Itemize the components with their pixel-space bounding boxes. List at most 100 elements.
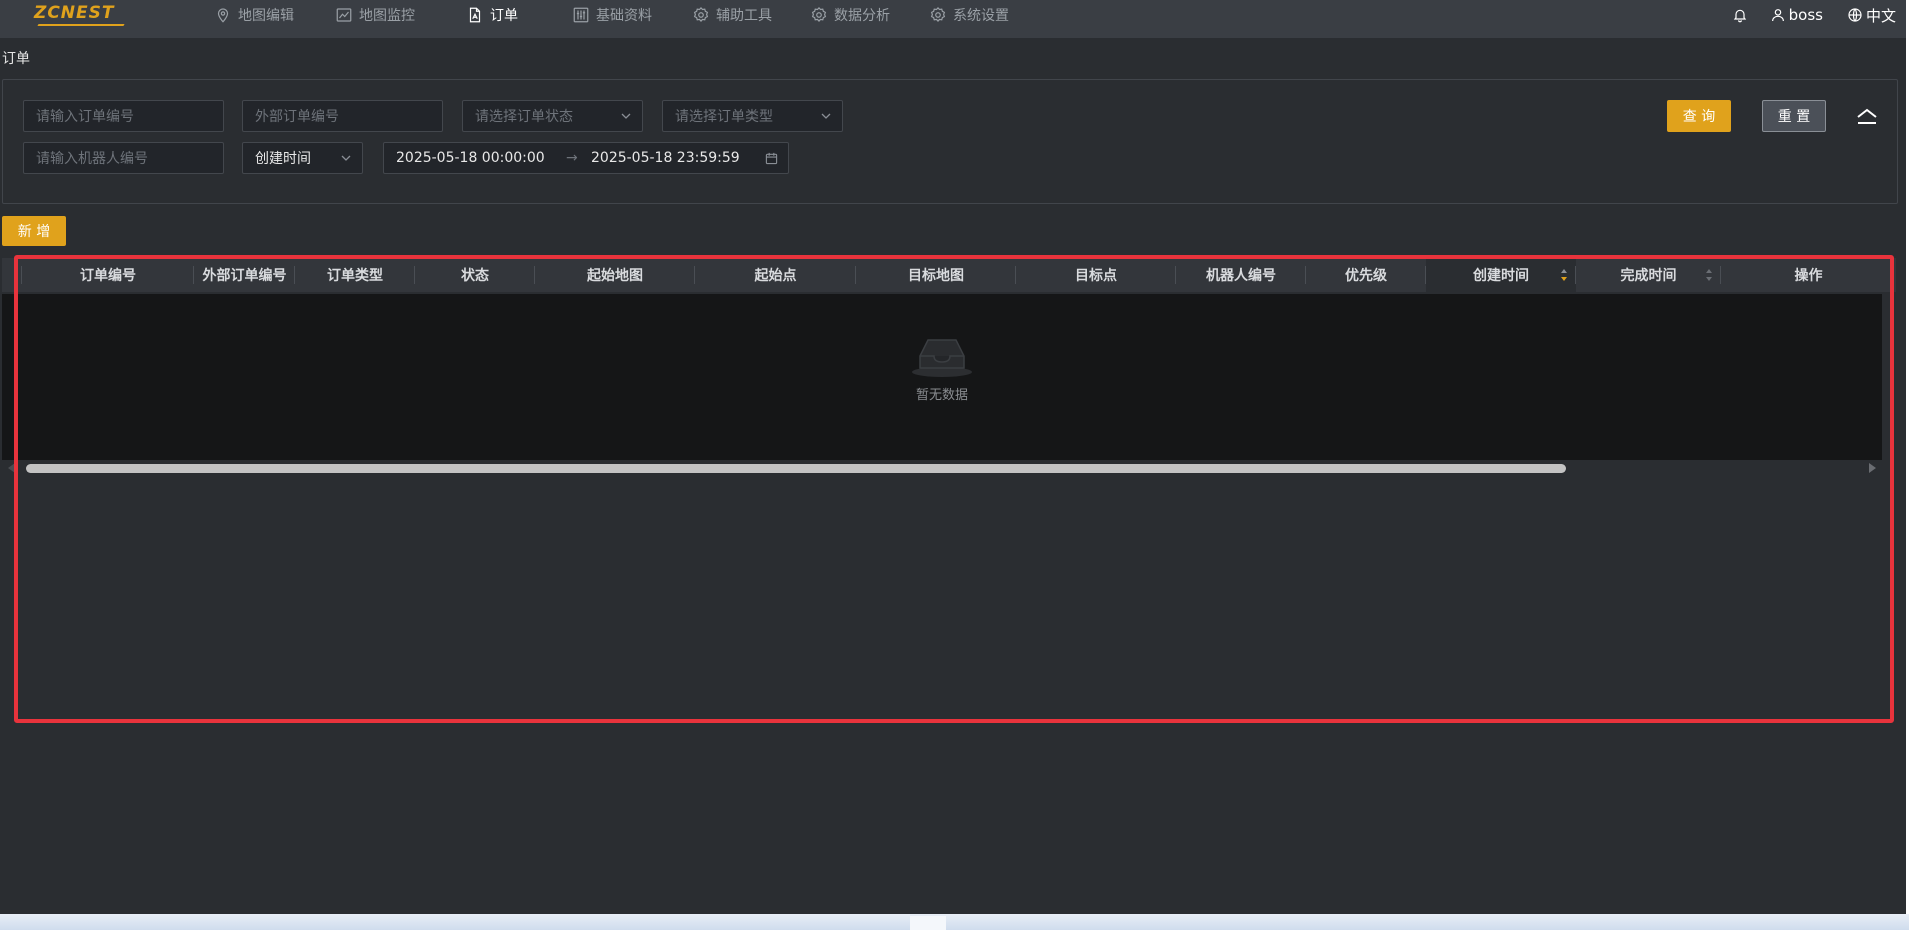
order-type-select[interactable]: 请选择订单类型 <box>662 100 843 132</box>
line-chart-icon <box>336 8 352 22</box>
sort-active-icon[interactable] <box>1560 268 1568 282</box>
table-body: 暂无数据 <box>2 294 1882 460</box>
sliders-icon <box>573 7 589 23</box>
gear-icon <box>693 6 709 22</box>
column-header-label: 操作 <box>1794 268 1823 284</box>
header-actions: boss 中文 <box>1732 0 1906 30</box>
vertical-scrollbar[interactable] <box>1882 294 1896 476</box>
column-header-created-time[interactable]: 创建时间 <box>1426 258 1576 292</box>
column-header-label: 机器人编号 <box>1206 268 1276 284</box>
user-icon <box>1771 9 1784 22</box>
empty-state: 暂无数据 <box>910 334 974 403</box>
globe-icon <box>1848 8 1862 22</box>
nav-item-map-monitor[interactable]: 地图监控 <box>335 0 415 30</box>
reset-button[interactable]: 重 置 <box>1762 100 1826 132</box>
horizontal-scrollbar[interactable] <box>2 460 1882 476</box>
notifications-button[interactable] <box>1732 7 1748 23</box>
column-header-start-point[interactable]: 起始点 <box>695 258 856 292</box>
nav-label: 辅助工具 <box>716 8 772 24</box>
date-range-picker[interactable]: 2025-05-18 00:00:00 → 2025-05-18 23:59:5… <box>383 142 789 174</box>
chevron-down-icon <box>341 155 351 161</box>
nav-item-aux-tools[interactable]: 辅助工具 <box>692 0 772 30</box>
order-status-select[interactable]: 请选择订单状态 <box>462 100 643 132</box>
column-header-robot-no[interactable]: 机器人编号 <box>1176 258 1306 292</box>
column-header-order-no[interactable]: 订单编号 <box>22 258 194 292</box>
column-header-start-map[interactable]: 起始地图 <box>535 258 695 292</box>
reset-button-label: 重 置 <box>1777 109 1811 125</box>
column-header-label: 起始点 <box>754 268 797 284</box>
order-no-input[interactable]: 请输入订单编号 <box>23 100 224 132</box>
robot-no-placeholder: 请输入机器人编号 <box>36 151 148 167</box>
orders-table: 订单编号 外部订单编号 订单类型 状态 起始地图 起始点 目标地图 目标点 机器… <box>2 256 1896 912</box>
scroll-right-icon[interactable] <box>1869 463 1876 473</box>
order-type-placeholder: 请选择订单类型 <box>675 109 773 125</box>
chevron-down-icon <box>621 113 631 119</box>
sort-icon[interactable] <box>1705 268 1713 282</box>
empty-inbox-icon <box>912 339 972 377</box>
order-status-placeholder: 请选择订单状态 <box>475 109 573 125</box>
column-header-label: 订单编号 <box>80 268 136 284</box>
external-order-no-input[interactable]: 外部订单编号 <box>242 100 443 132</box>
column-header-completed-time[interactable]: 完成时间 <box>1576 258 1721 292</box>
chevron-down-icon <box>821 113 831 119</box>
scrollbar-thumb[interactable] <box>26 464 1566 473</box>
collapse-up-icon[interactable] <box>1855 104 1879 128</box>
language-switch[interactable]: 中文 <box>1847 5 1896 26</box>
column-header-label: 状态 <box>461 268 489 284</box>
column-header-target-point[interactable]: 目标点 <box>1016 258 1176 292</box>
main-nav: 地图编辑 地图监控 订单 基础资料 辅助工具 数据分析 系统设置 <box>214 0 1009 30</box>
scroll-left-icon[interactable] <box>8 463 15 473</box>
robot-no-input[interactable]: 请输入机器人编号 <box>23 142 224 174</box>
query-button-label: 查 询 <box>1682 109 1716 125</box>
logo-underline <box>37 24 125 26</box>
brand-logo[interactable]: ZCNEST <box>34 2 128 28</box>
column-header-label: 订单类型 <box>327 268 383 284</box>
nav-item-basic-data[interactable]: 基础资料 <box>572 0 652 30</box>
time-field-select[interactable]: 创建时间 <box>242 142 363 174</box>
nav-label: 地图监控 <box>359 8 415 24</box>
page-title: 订单 <box>2 51 30 67</box>
column-header-external-order-no[interactable]: 外部订单编号 <box>194 258 295 292</box>
empty-text: 暂无数据 <box>915 388 968 403</box>
nav-label: 地图编辑 <box>238 8 294 24</box>
map-pin-icon <box>217 8 229 23</box>
column-header-label: 外部订单编号 <box>202 268 287 284</box>
column-header-label: 创建时间 <box>1473 268 1529 284</box>
table-header: 订单编号 外部订单编号 订单类型 状态 起始地图 起始点 目标地图 目标点 机器… <box>2 258 1896 292</box>
query-button[interactable]: 查 询 <box>1667 100 1731 132</box>
column-header-priority[interactable]: 优先级 <box>1306 258 1426 292</box>
column-header-order-type[interactable]: 订单类型 <box>295 258 415 292</box>
end-time-value[interactable]: 2025-05-18 23:59:59 <box>591 150 740 166</box>
external-order-no-placeholder: 外部订单编号 <box>255 109 339 125</box>
username: boss <box>1788 6 1823 24</box>
column-header-select[interactable] <box>2 258 22 292</box>
gear-icon <box>811 6 827 22</box>
range-separator: → <box>566 150 578 166</box>
nav-label: 系统设置 <box>953 8 1009 24</box>
column-header-label: 优先级 <box>1345 268 1387 284</box>
add-button-label: 新 增 <box>17 224 51 240</box>
user-menu[interactable]: boss <box>1770 6 1823 24</box>
column-header-actions[interactable]: 操作 <box>1721 258 1896 292</box>
nav-item-data-analysis[interactable]: 数据分析 <box>810 0 890 30</box>
top-navigation-bar: ZCNEST 地图编辑 地图监控 订单 基础资料 辅助工具 数据分析 系统设置 … <box>0 0 1906 38</box>
gear-icon <box>930 6 946 22</box>
column-header-label: 目标地图 <box>908 268 964 284</box>
nav-item-orders[interactable]: 订单 <box>466 0 518 30</box>
nav-item-system-settings[interactable]: 系统设置 <box>929 0 1009 30</box>
nav-label: 订单 <box>490 8 518 24</box>
document-icon <box>469 7 481 23</box>
nav-item-map-edit[interactable]: 地图编辑 <box>214 0 294 30</box>
order-no-placeholder: 请输入订单编号 <box>36 109 134 125</box>
nav-label: 基础资料 <box>596 8 652 24</box>
start-time-value[interactable]: 2025-05-18 00:00:00 <box>396 150 545 166</box>
column-header-status[interactable]: 状态 <box>415 258 535 292</box>
column-header-label: 完成时间 <box>1620 268 1677 284</box>
time-field-value: 创建时间 <box>255 151 311 167</box>
app-window: ZCNEST 地图编辑 地图监控 订单 基础资料 辅助工具 数据分析 系统设置 … <box>0 0 1906 914</box>
column-header-target-map[interactable]: 目标地图 <box>856 258 1016 292</box>
taskbar-tab[interactable] <box>910 916 946 930</box>
language-label: 中文 <box>1865 6 1896 25</box>
add-button[interactable]: 新 增 <box>2 216 66 246</box>
column-header-label: 起始地图 <box>587 268 643 284</box>
